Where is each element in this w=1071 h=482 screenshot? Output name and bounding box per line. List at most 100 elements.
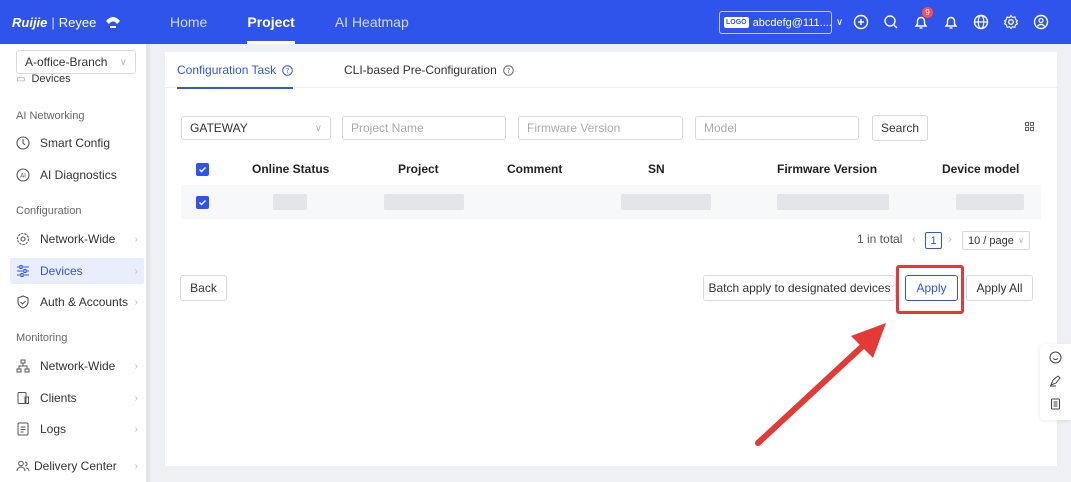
feedback-icon[interactable] [1049, 374, 1062, 390]
page-size-value: 10 / page [968, 234, 1014, 247]
apply-all-button[interactable]: Apply All [966, 275, 1033, 301]
topology-icon [16, 359, 30, 373]
chevron-right-icon: › [134, 460, 138, 472]
top-nav: Home Project AI Heatmap [150, 0, 429, 44]
add-icon[interactable] [850, 11, 872, 33]
table-header: Online Status Project Comment SN Firmwar… [181, 153, 1041, 185]
chevron-right-icon: › [134, 360, 138, 372]
svg-text:AI: AI [20, 173, 26, 180]
user-icon[interactable] [1030, 11, 1052, 33]
tab-bar: Configuration Task ? CLI-based Pre-Confi… [165, 52, 1057, 89]
nav-ai-heatmap[interactable]: AI Heatmap [315, 0, 429, 44]
model-input[interactable]: Model [695, 116, 859, 140]
redacted-device-model [956, 194, 1024, 210]
delivery-icon [16, 459, 30, 473]
top-icons: 9 [850, 0, 1052, 44]
firmware-version-input[interactable]: Firmware Version [518, 116, 683, 140]
column-sn[interactable]: SN [648, 153, 665, 185]
bell-icon[interactable] [940, 11, 962, 33]
sidebar-item-monitoring-network-wide[interactable]: Network-Wide › [10, 353, 144, 379]
gear-icon [16, 232, 30, 246]
row-checkbox[interactable] [196, 196, 209, 209]
sidebar-item-label: Devices [40, 264, 83, 278]
sidebar-item-clients[interactable]: Clients › [10, 385, 144, 411]
sidebar-item-label: AI Diagnostics [40, 168, 117, 182]
notification-badge: 9 [922, 7, 933, 18]
help-icon[interactable]: ? [282, 64, 293, 76]
chevron-right-icon: › [134, 296, 138, 308]
search-button[interactable]: Search [872, 115, 928, 141]
chevron-down-icon: ∨ [1017, 235, 1025, 245]
sidebar-item-label: Clients [40, 391, 77, 405]
chevron-down-icon: ∨ [835, 17, 844, 28]
column-comment[interactable]: Comment [507, 153, 562, 185]
sidebar-item-label: Delivery Center [34, 459, 117, 473]
chevron-right-icon: › [134, 392, 138, 404]
back-button[interactable]: Back [180, 275, 227, 301]
nav-home[interactable]: Home [150, 0, 227, 44]
device-type-select[interactable]: GATEWAY ∨ [181, 116, 331, 140]
group-monitoring: Monitoring [16, 332, 68, 344]
chat-icon[interactable] [1049, 351, 1062, 367]
sidebar-item-ai-diagnostics[interactable]: AI AI Diagnostics [10, 162, 144, 188]
nav-project[interactable]: Project [227, 0, 314, 44]
floating-toolbar [1040, 344, 1071, 420]
column-online-status[interactable]: Online Status [252, 153, 329, 185]
search-icon[interactable] [880, 11, 902, 33]
project-selector[interactable]: A-office-Branch ∨ [16, 50, 136, 74]
select-all-checkbox[interactable] [196, 163, 209, 176]
settings-icon[interactable] [1000, 11, 1022, 33]
account-name: abcdefg@111.... [752, 16, 832, 29]
sidebar-item-label: Logs [40, 422, 67, 436]
project-name: A-office-Branch [25, 55, 108, 69]
tab-cli-preconfiguration[interactable]: CLI-based Pre-Configuration ? [344, 52, 514, 88]
chevron-right-icon: › [134, 423, 138, 435]
logs-icon [16, 422, 30, 436]
column-firmware-version[interactable]: Firmware Version [777, 153, 877, 185]
sidebar-item-devices[interactable]: Devices › [10, 258, 144, 284]
globe-icon[interactable] [970, 11, 992, 33]
tab-label: Configuration Task [177, 63, 277, 77]
clipboard-icon[interactable] [1049, 397, 1062, 413]
column-device-model[interactable]: Device model [942, 153, 1019, 185]
chevron-right-icon: › [134, 265, 138, 277]
sliders-icon [16, 264, 30, 278]
sidebar-item-label: Network-Wide [40, 232, 116, 246]
tab-label: CLI-based Pre-Configuration [344, 63, 497, 77]
project-name-input[interactable]: Project Name [342, 116, 506, 140]
group-configuration: Configuration [16, 205, 82, 217]
group-ai-networking: AI Networking [16, 110, 85, 122]
chevron-down-icon: ∨ [314, 122, 322, 134]
brand-logo[interactable]: Ruijie | Reyee [0, 15, 150, 30]
prev-page-icon[interactable]: ‹ [912, 232, 916, 246]
table-row[interactable] [181, 185, 1041, 219]
ai-diagnostics-icon: AI [16, 168, 30, 182]
sidebar-item-auth-accounts[interactable]: Auth & Accounts › [10, 289, 144, 315]
redacted-project [384, 194, 464, 210]
notification-icon[interactable]: 9 [910, 7, 933, 33]
sidebar-item-logs[interactable]: Logs › [10, 416, 144, 442]
sidebar-item-devices-top[interactable]: ▭ Devices [16, 72, 71, 86]
svg-text:?: ? [286, 67, 290, 75]
column-project[interactable]: Project [398, 153, 439, 185]
help-icon[interactable]: ? [502, 64, 514, 76]
batch-apply-button[interactable]: Batch apply to designated devices [703, 275, 896, 301]
pagination-total: 1 in total [857, 232, 903, 246]
shield-icon [16, 295, 30, 309]
sidebar-item-delivery-center[interactable]: Delivery Center › [10, 453, 144, 479]
main-card: Configuration Task ? CLI-based Pre-Confi… [165, 52, 1057, 466]
tab-configuration-task[interactable]: Configuration Task ? [177, 52, 294, 89]
clients-icon [16, 391, 30, 405]
account-selector[interactable]: LOGO abcdefg@111.... ∨ [719, 11, 843, 34]
column-settings-icon[interactable] [1025, 120, 1034, 134]
next-page-icon[interactable]: › [948, 232, 952, 246]
device-type-value: GATEWAY [190, 121, 248, 135]
page-size-select[interactable]: 10 / page ∨ [962, 231, 1031, 250]
sidebar-item-smart-config[interactable]: Smart Config [10, 130, 144, 156]
sidebar-item-label: Devices [31, 73, 71, 85]
redacted-sn [621, 194, 711, 210]
page-number[interactable]: 1 [925, 232, 942, 249]
sidebar-item-network-wide[interactable]: Network-Wide › [10, 226, 144, 252]
brand-name-ruijie: Ruijie [12, 14, 48, 30]
sidebar-item-label: Smart Config [40, 136, 111, 150]
